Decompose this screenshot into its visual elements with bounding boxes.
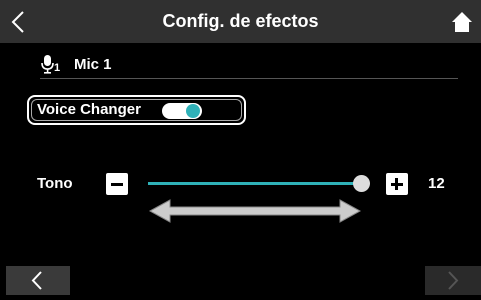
double-arrow-icon: [148, 199, 362, 223]
page-title: Config. de efectos: [162, 11, 319, 31]
home-button[interactable]: [451, 11, 473, 33]
mic-label: Mic 1: [74, 56, 112, 73]
home-icon: [452, 12, 472, 32]
tono-decrease-button[interactable]: [106, 173, 128, 195]
tono-increase-button[interactable]: [386, 173, 408, 195]
tono-slider-track[interactable]: [148, 182, 362, 185]
mic-number: 1: [54, 62, 61, 74]
tono-label: Tono: [37, 175, 73, 192]
previous-page-button[interactable]: [6, 266, 70, 295]
toggle-knob: [186, 104, 200, 118]
next-page-button[interactable]: [425, 266, 481, 295]
chevron-left-icon: [31, 271, 42, 290]
voice-changer-label: Voice Changer: [37, 101, 141, 118]
voice-changer-toggle[interactable]: [162, 103, 202, 119]
header-bar: Config. de efectos: [0, 0, 481, 43]
tono-value: 12: [428, 175, 445, 192]
voice-changer-box[interactable]: Voice Changer: [27, 95, 246, 125]
plus-icon-vertical: [395, 178, 398, 190]
tono-slider-knob[interactable]: [353, 175, 370, 192]
mic-channel-row: 1 Mic 1: [40, 54, 458, 79]
chevron-right-icon: [448, 271, 459, 290]
minus-icon: [111, 183, 123, 186]
